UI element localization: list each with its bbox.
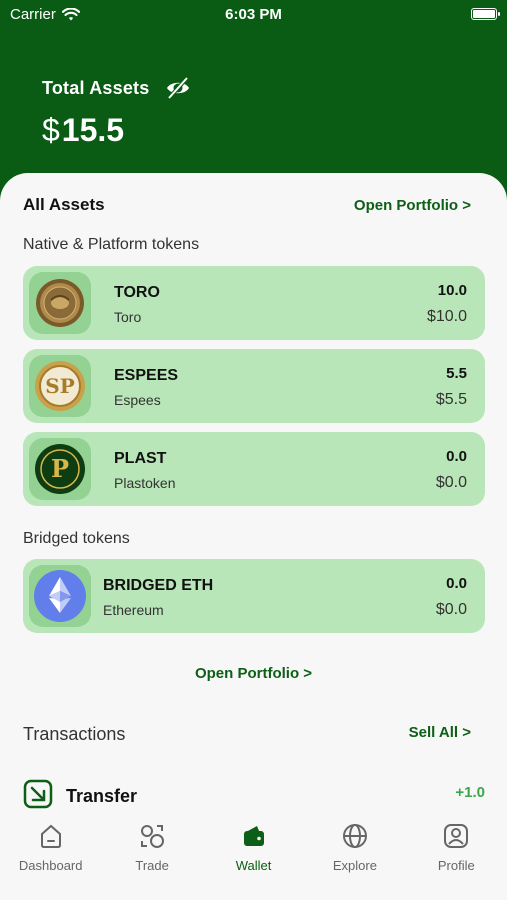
tab-label: Trade	[135, 858, 169, 873]
open-portfolio-bottom-link[interactable]: Open Portfolio >	[0, 665, 507, 682]
token-card-bridged-eth[interactable]: BRIDGED ETH Ethereum 0.0 $0.0	[23, 559, 485, 633]
battery-icon	[471, 8, 500, 20]
plast-logo: P	[29, 438, 91, 500]
bottom-tab-bar: Dashboard Trade Wallet Explore Profile	[0, 812, 507, 900]
tab-label: Wallet	[235, 858, 272, 873]
tab-label: Dashboard	[18, 858, 83, 873]
toro-logo	[29, 272, 91, 334]
espees-coin-icon: SP	[35, 361, 85, 411]
token-amount: 5.5	[446, 365, 467, 382]
ethereum-icon	[34, 570, 86, 622]
status-time: 6:03 PM	[225, 6, 282, 23]
trade-icon	[141, 825, 165, 848]
tab-label: Profile	[437, 858, 475, 873]
status-bar: Carrier 6:03 PM	[0, 0, 507, 30]
all-assets-row: All Assets Open Portfolio >	[23, 195, 471, 215]
tab-trade[interactable]: Trade	[101, 812, 202, 900]
token-name: Espees	[114, 392, 161, 408]
token-symbol: ESPEES	[114, 367, 179, 384]
token-card-espees[interactable]: SP ESPEES Espees 5.5 $5.5	[23, 349, 485, 423]
all-assets-title: All Assets	[23, 195, 105, 214]
svg-text:P: P	[51, 454, 69, 483]
total-assets-label: Total Assets	[42, 78, 150, 98]
total-assets-header: Total Assets $15.5	[0, 30, 507, 180]
svg-text:SP: SP	[45, 374, 74, 398]
espees-logo: SP	[29, 355, 91, 417]
tab-label: Explore	[332, 858, 377, 873]
open-portfolio-top-link[interactable]: Open Portfolio >	[354, 197, 471, 214]
token-symbol: PLAST	[114, 450, 167, 467]
token-name: Ethereum	[103, 602, 164, 618]
eye-off-icon[interactable]	[165, 75, 191, 101]
profile-icon	[444, 824, 469, 848]
total-amount: 15.5	[61, 112, 125, 148]
native-tokens-label: Native & Platform tokens	[23, 236, 200, 253]
wallet-icon	[243, 826, 264, 846]
token-value: $0.0	[435, 474, 467, 491]
token-symbol: TORO	[114, 284, 160, 301]
token-card-plast[interactable]: P PLAST Plastoken 0.0 $0.0	[23, 432, 485, 506]
tab-dashboard[interactable]: Dashboard	[0, 812, 101, 900]
token-value: $5.5	[435, 391, 467, 408]
tab-wallet[interactable]: Wallet	[203, 812, 304, 900]
total-assets-value: $15.5	[42, 112, 124, 149]
token-name: Toro	[114, 309, 142, 325]
tab-explore[interactable]: Explore	[304, 812, 405, 900]
plast-coin-icon: P	[35, 444, 85, 494]
token-value: $10.0	[426, 308, 467, 325]
token-amount: 0.0	[446, 448, 467, 465]
bridged-tokens-label: Bridged tokens	[23, 530, 130, 547]
token-symbol: BRIDGED ETH	[103, 577, 214, 594]
token-value: $0.0	[435, 601, 467, 618]
assets-sheet: All Assets Open Portfolio > Native & Pla…	[0, 173, 507, 900]
transaction-row[interactable]: Transfer +1.0	[23, 779, 485, 811]
home-icon	[40, 824, 61, 848]
tab-profile[interactable]: Profile	[406, 812, 507, 900]
transaction-label: Transfer	[66, 786, 138, 806]
eth-logo	[29, 565, 91, 627]
token-card-toro[interactable]: TORO Toro 10.0 $10.0	[23, 266, 485, 340]
sell-all-link[interactable]: Sell All >	[409, 724, 471, 741]
currency-symbol: $	[42, 112, 60, 148]
toro-coin-icon	[36, 279, 84, 327]
globe-icon	[342, 824, 367, 848]
token-name: Plastoken	[114, 475, 176, 491]
token-amount: 0.0	[446, 575, 467, 592]
transactions-title: Transactions	[23, 724, 126, 744]
transfer-in-icon	[23, 779, 53, 809]
token-amount: 10.0	[437, 282, 467, 299]
transaction-amount: +1.0	[455, 784, 485, 801]
